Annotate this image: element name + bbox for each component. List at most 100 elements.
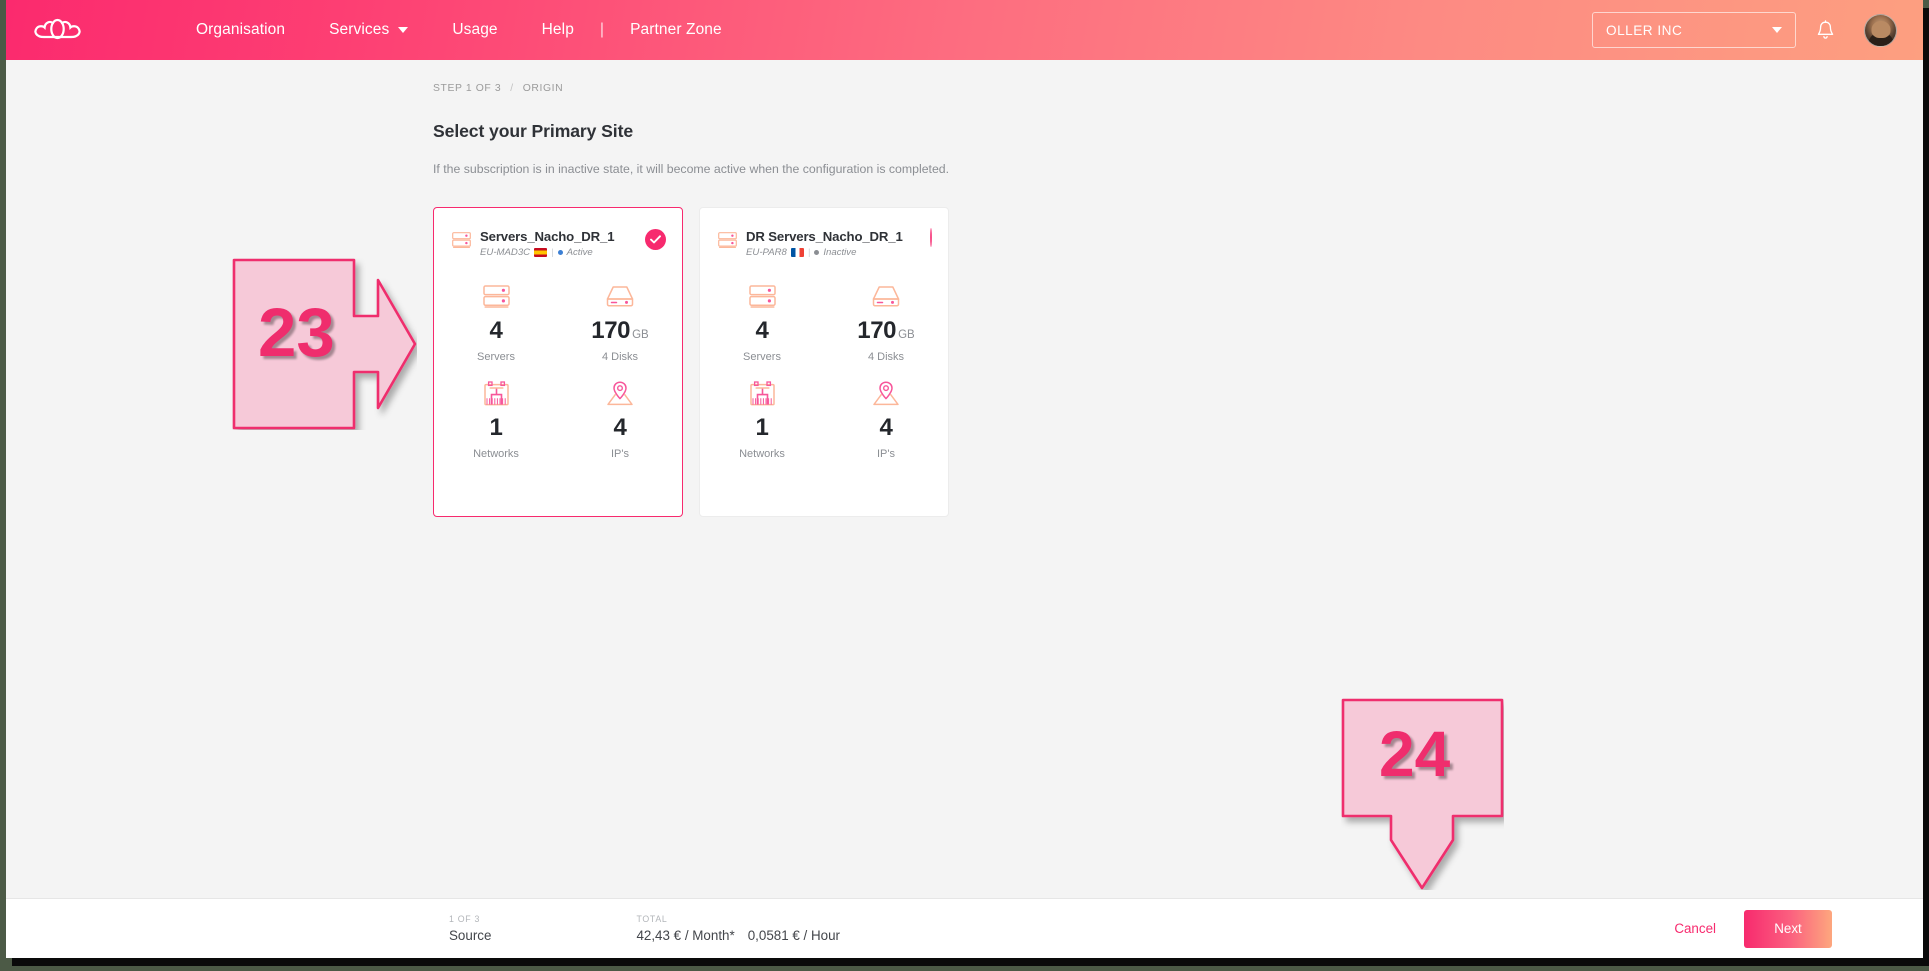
chevron-down-icon [1772,27,1782,33]
stat-number: 4 [489,317,503,344]
cancel-button[interactable]: Cancel [1674,921,1716,936]
stat-networks: 1 Networks [700,377,824,460]
footer-step-caption: 1 OF 3 [449,914,481,924]
stat-disks: 170 GB 4 Disks [824,280,948,363]
site-card-primary[interactable]: Servers_Nacho_DR_1 EU-MAD3C | Active 4 S… [433,207,683,517]
stat-label: 4 Disks [867,351,905,363]
flag-spain-icon [534,248,548,257]
header-right-cluster: OLLER INC [1592,12,1923,48]
stat-value: 4 [880,416,893,440]
stat-number: 4 [879,414,893,441]
site-selected-badge[interactable] [645,229,666,250]
stat-value: 1 [756,416,769,440]
site-region: EU-PAR8 [746,247,787,258]
stat-unit: GB [632,329,649,341]
footer-total-values: 42,43 € / Month* 0,0581 € / Hour [636,928,840,943]
location-pin-icon [606,377,634,409]
site-card-titles: DR Servers_Nacho_DR_1 EU-PAR8 | Inactive [746,229,903,258]
stat-value: 1 [490,416,503,440]
network-icon [483,377,509,409]
server-rack-icon [482,280,510,312]
stat-value: 170 GB [857,319,914,343]
chevron-down-icon [398,27,409,33]
status-dot-icon [814,250,820,255]
nav-item-usage[interactable]: Usage [430,21,519,39]
site-card-meta: EU-MAD3C | Active [480,247,614,258]
notification-bell-icon[interactable] [1796,20,1854,40]
site-select-radio[interactable] [930,228,932,247]
stat-label: IP's [877,448,895,460]
flag-france-icon [790,248,804,257]
stat-value: 170 GB [591,319,648,343]
nav-item-services[interactable]: Services [307,21,430,39]
network-icon [749,377,775,409]
location-pin-icon [872,377,900,409]
footer-step-block: 1 OF 3 Source [449,914,491,943]
status-dot-icon [557,250,563,255]
site-card-header: DR Servers_Nacho_DR_1 EU-PAR8 | Inactive [700,208,948,258]
footer-price-month: 42,43 € / Month* [636,928,735,943]
footer-total-block: TOTAL 42,43 € / Month* 0,0581 € / Hour [636,914,840,943]
nav-item-organisation[interactable]: Organisation [174,21,307,39]
stat-number: 1 [755,414,769,441]
nav-label: Organisation [196,21,286,38]
stat-networks: 1 Networks [434,377,558,460]
stat-number: 1 [489,414,503,441]
site-stats-grid: 4 Servers 170 GB 4 Disks 1 Networks 4 IP… [700,280,948,460]
footer-actions: Cancel Next [1674,909,1923,948]
breadcrumb-step: STEP 1 OF 3 [433,83,502,94]
stat-number: 4 [613,414,627,441]
top-navigation-bar: Organisation Services Usage Help | Partn… [6,0,1923,60]
footer-total-caption: TOTAL [636,914,668,924]
wizard-footer-bar: 1 OF 3 Source TOTAL 42,43 € / Month* 0,0… [6,898,1923,958]
server-rack-icon [748,280,776,312]
stat-disks: 170 GB 4 Disks [558,280,682,363]
stat-servers: 4 Servers [700,280,824,363]
stat-label: Networks [739,448,785,460]
server-rack-icon [452,232,471,253]
footer-price-hour: 0,0581 € / Hour [747,928,841,943]
stat-value: 4 [756,319,769,343]
site-status: Inactive [823,247,857,258]
site-card-name: DR Servers_Nacho_DR_1 [746,229,903,244]
meta-divider: | [807,247,811,258]
site-card-list: Servers_Nacho_DR_1 EU-MAD3C | Active 4 S… [433,207,1433,517]
stat-value: 4 [614,416,627,440]
site-card-name: Servers_Nacho_DR_1 [480,229,615,244]
stat-unit: GB [898,329,915,341]
main-content-area: STEP 1 OF 3 / ORIGIN Select your Primary… [6,60,1923,898]
cloud-logo-icon[interactable] [32,13,88,47]
app-window: Organisation Services Usage Help | Partn… [6,0,1923,958]
breadcrumb: STEP 1 OF 3 / ORIGIN [433,83,1433,94]
next-button[interactable]: Next [1744,909,1832,948]
stat-label: 4 Disks [601,351,639,363]
organisation-selector[interactable]: OLLER INC [1592,12,1796,48]
radio-empty-icon [930,228,932,247]
site-stats-grid: 4 Servers 170 GB 4 Disks 1 Networks 4 IP… [434,280,682,460]
stat-number: 4 [755,317,769,344]
stat-label: Servers [477,351,515,363]
stat-number: 170 [591,317,631,344]
organisation-selector-value: OLLER INC [1606,22,1683,38]
page-subtitle: If the subscription is in inactive state… [433,162,950,176]
site-card-meta: EU-PAR8 | Inactive [746,247,903,258]
page-title: Select your Primary Site [433,121,634,141]
site-status: Active [566,247,593,258]
stat-label: IP's [611,448,629,460]
nav-divider: | [599,21,605,38]
stat-value: 4 [490,319,503,343]
disk-icon [605,280,635,312]
wizard-content: STEP 1 OF 3 / ORIGIN Select your Primary… [433,83,1433,517]
user-avatar[interactable] [1864,13,1897,47]
nav-label: Help [541,21,574,38]
stat-label: Networks [473,448,519,460]
site-card-dr[interactable]: DR Servers_Nacho_DR_1 EU-PAR8 | Inactive [699,207,949,517]
check-icon [645,229,666,250]
nav-item-help[interactable]: Help [520,21,596,39]
breadcrumb-separator: / [510,83,514,94]
disk-icon [871,280,901,312]
server-rack-icon [718,232,737,253]
site-card-header: Servers_Nacho_DR_1 EU-MAD3C | Active [434,208,682,258]
stat-servers: 4 Servers [434,280,558,363]
nav-item-partner-zone[interactable]: Partner Zone [608,21,744,39]
